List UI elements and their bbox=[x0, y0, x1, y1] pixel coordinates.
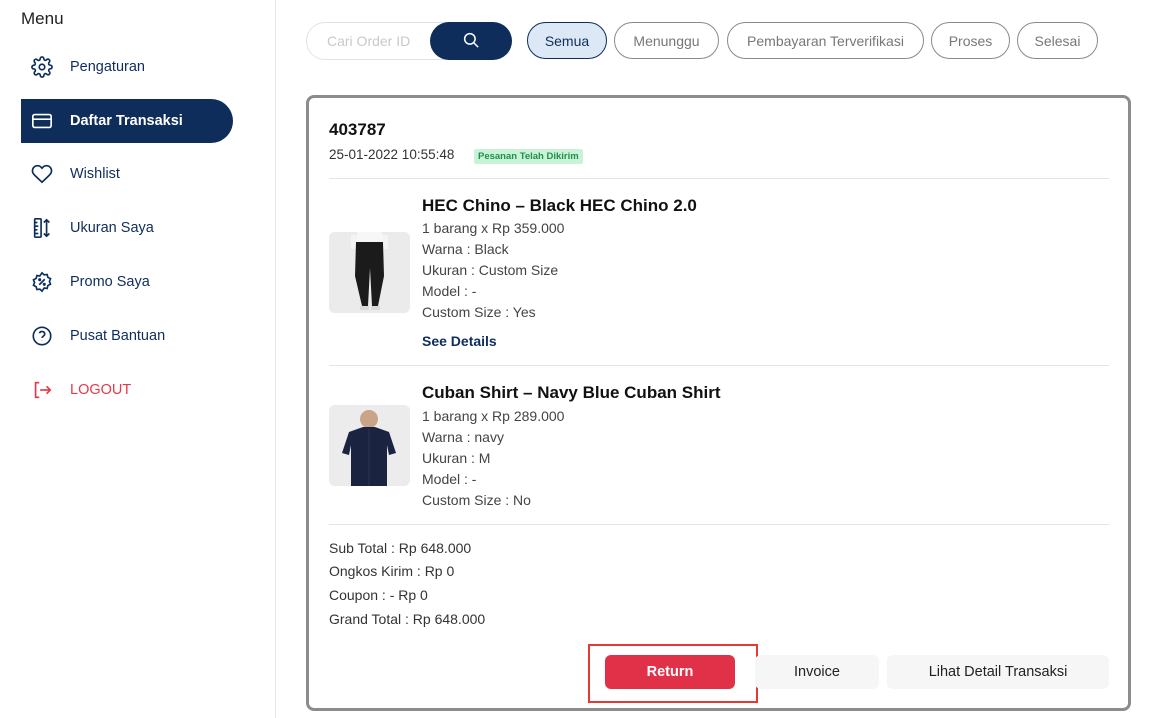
transaction-detail-button[interactable]: Lihat Detail Transaksi bbox=[887, 655, 1109, 689]
grand-total: Grand Total : Rp 648.000 bbox=[329, 611, 486, 627]
sidebar-item-pengaturan[interactable]: Pengaturan bbox=[21, 45, 233, 89]
return-button[interactable]: Return bbox=[605, 655, 735, 689]
sidebar-item-label: Daftar Transaksi bbox=[70, 113, 183, 129]
product-color: Warna : navy bbox=[422, 429, 504, 445]
sidebar-item-label: Ukuran Saya bbox=[70, 220, 154, 236]
shipping-cost: Ongkos Kirim : Rp 0 bbox=[329, 563, 455, 579]
sidebar-item-promo-saya[interactable]: Promo Saya bbox=[21, 260, 233, 304]
sidebar-item-logout[interactable]: LOGOUT bbox=[21, 368, 233, 412]
product-qty-price: 1 barang x Rp 289.000 bbox=[422, 408, 565, 424]
search-button[interactable] bbox=[430, 22, 512, 60]
see-details-link[interactable]: See Details bbox=[422, 333, 497, 349]
product-custom-size: Custom Size : No bbox=[422, 492, 531, 508]
product-color: Warna : Black bbox=[422, 241, 509, 257]
promo-badge-icon bbox=[31, 271, 53, 293]
sidebar-item-pusat-bantuan[interactable]: Pusat Bantuan bbox=[21, 314, 233, 358]
filter-semua[interactable]: Semua bbox=[527, 22, 607, 59]
gear-icon bbox=[31, 56, 53, 78]
product-image-chino bbox=[329, 232, 410, 313]
coupon: Coupon : - Rp 0 bbox=[329, 587, 428, 603]
sidebar-item-ukuran-saya[interactable]: Ukuran Saya bbox=[21, 206, 233, 250]
filter-selesai[interactable]: Selesai bbox=[1017, 22, 1098, 59]
order-date: 25-01-2022 10:55:48 bbox=[329, 147, 455, 162]
sidebar-item-label: Pusat Bantuan bbox=[70, 328, 166, 344]
product-size: Ukuran : M bbox=[422, 450, 491, 466]
product-name: HEC Chino – Black HEC Chino 2.0 bbox=[422, 196, 697, 215]
search-bar bbox=[306, 22, 512, 60]
invoice-button[interactable]: Invoice bbox=[755, 655, 879, 689]
filter-proses[interactable]: Proses bbox=[931, 22, 1010, 59]
search-input[interactable] bbox=[307, 23, 437, 59]
sidebar-item-label: Pengaturan bbox=[70, 59, 145, 75]
heart-icon bbox=[31, 163, 53, 185]
menu-title: Menu bbox=[21, 9, 64, 28]
sidebar-item-label: LOGOUT bbox=[70, 382, 132, 398]
sidebar-item-label: Wishlist bbox=[70, 166, 120, 182]
product-size: Ukuran : Custom Size bbox=[422, 262, 559, 278]
product-custom-size: Custom Size : Yes bbox=[422, 304, 536, 320]
divider bbox=[329, 524, 1109, 525]
sub-total: Sub Total : Rp 648.000 bbox=[329, 540, 472, 556]
order-id: 403787 bbox=[329, 120, 386, 139]
filter-menunggu[interactable]: Menunggu bbox=[614, 22, 719, 59]
search-icon bbox=[462, 31, 480, 52]
logout-icon bbox=[31, 379, 53, 401]
sidebar: Menu Pengaturan Daftar Transaksi Wishlis… bbox=[0, 0, 276, 718]
product-model: Model : - bbox=[422, 283, 477, 299]
product-model: Model : - bbox=[422, 471, 477, 487]
product-qty-price: 1 barang x Rp 359.000 bbox=[422, 220, 565, 236]
divider bbox=[329, 365, 1109, 366]
filter-pembayaran-terverifikasi[interactable]: Pembayaran Terverifikasi bbox=[727, 22, 924, 59]
ruler-icon bbox=[31, 217, 53, 239]
help-icon bbox=[31, 325, 53, 347]
card-icon bbox=[31, 110, 53, 132]
sidebar-item-wishlist[interactable]: Wishlist bbox=[21, 152, 233, 196]
order-card: 403787 25-01-2022 10:55:48 Pesanan Telah… bbox=[306, 95, 1131, 711]
sidebar-item-daftar-transaksi[interactable]: Daftar Transaksi bbox=[21, 99, 233, 143]
product-image-cuban-shirt bbox=[329, 405, 410, 486]
divider bbox=[329, 178, 1109, 179]
sidebar-item-label: Promo Saya bbox=[70, 274, 150, 290]
status-badge: Pesanan Telah Dikirim bbox=[474, 149, 583, 164]
product-name: Cuban Shirt – Navy Blue Cuban Shirt bbox=[422, 383, 721, 402]
